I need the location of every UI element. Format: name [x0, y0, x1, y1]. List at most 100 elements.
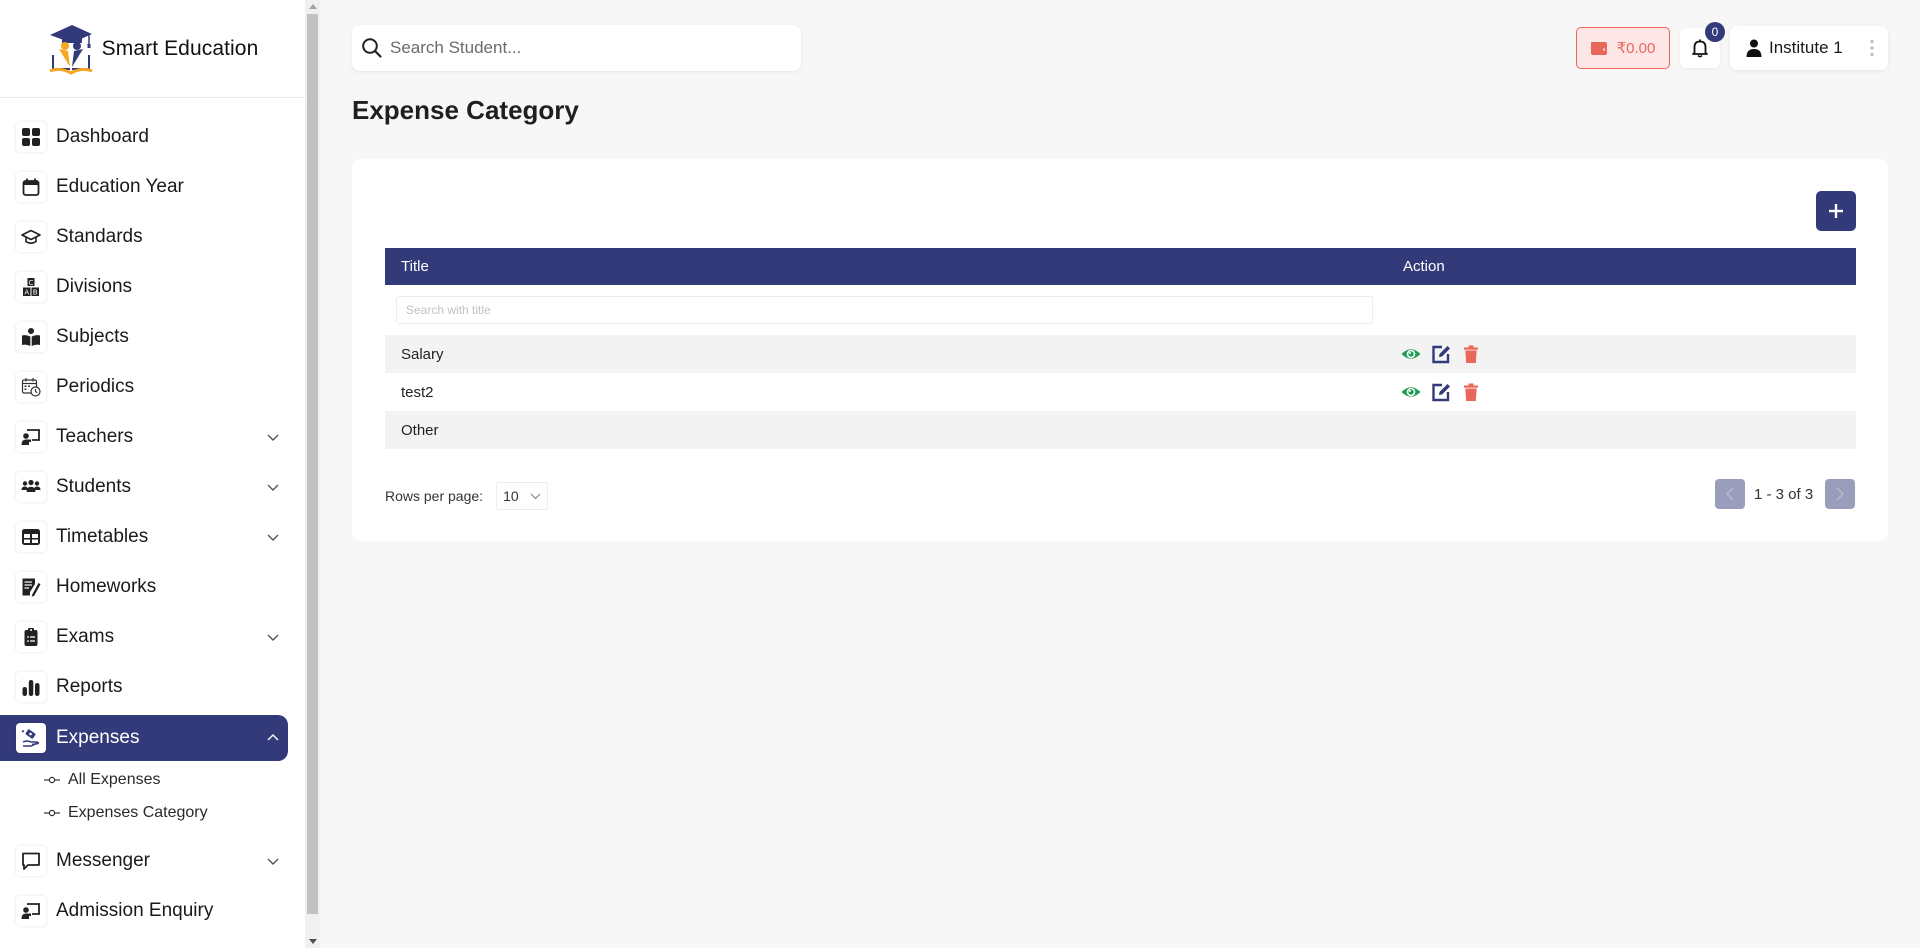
rows-per-page-select[interactable]: 10: [496, 482, 549, 510]
svg-text:B: B: [33, 289, 38, 297]
sidebar-item-education-year[interactable]: Education Year: [0, 164, 288, 210]
chevron-down-icon[interactable]: [266, 854, 280, 868]
chevron-down-icon[interactable]: [266, 430, 280, 444]
sidebar-item-label: Exams: [56, 626, 115, 647]
chevron-down-icon[interactable]: [266, 630, 280, 644]
sidebar-subitem-label: Expenses Category: [68, 804, 208, 821]
wallet-amount: ₹0.00: [1616, 40, 1656, 57]
sidebar-item-messenger[interactable]: Messenger: [0, 838, 288, 884]
users-group-icon: [16, 472, 46, 502]
sidebar-scrollbar[interactable]: [305, 0, 320, 948]
sidebar-item-students[interactable]: Students: [0, 464, 288, 510]
sidebar-item-expenses[interactable]: Expenses: [0, 715, 288, 761]
sidebar-item-exams[interactable]: Exams: [0, 614, 288, 660]
delete-button[interactable]: [1461, 344, 1481, 364]
sidebar-item-label: Periodics: [56, 376, 135, 397]
edit-button[interactable]: [1431, 344, 1451, 364]
edit-icon: [1432, 345, 1450, 364]
sidebar-subitem-label: All Expenses: [68, 771, 161, 788]
trash-icon: [1464, 383, 1478, 401]
sidebar-item-teachers[interactable]: Teachers: [0, 414, 288, 460]
rows-per-page-label: Rows per page:: [385, 488, 484, 504]
calendar-icon: [16, 172, 46, 202]
sidebar-item-timetables[interactable]: Timetables: [0, 514, 288, 560]
sidebar-item-label: Admission Enquiry: [56, 900, 214, 921]
column-header-title[interactable]: Title: [401, 248, 429, 285]
calendar-clock-icon: [16, 372, 46, 402]
sidebar-item-divisions[interactable]: CAB Divisions: [0, 264, 288, 310]
view-button[interactable]: [1401, 344, 1421, 364]
sidebar-item-label: Divisions: [56, 276, 133, 297]
hand-money-icon: [16, 723, 46, 753]
sidebar-item-subjects[interactable]: Subjects: [0, 314, 288, 360]
add-category-button[interactable]: [1816, 191, 1856, 231]
sidebar-item-label: Standards: [56, 226, 143, 247]
chevron-down-icon[interactable]: [266, 480, 280, 494]
graduation-cap-icon: [16, 222, 46, 252]
cell-title: test2: [401, 383, 434, 401]
student-search[interactable]: [352, 25, 801, 71]
chevron-right-icon: [1836, 487, 1844, 501]
expense-category-table: Title Action Salary test2: [385, 248, 1856, 449]
bell-icon: [1692, 39, 1708, 58]
sidebar-item-standards[interactable]: Standards: [0, 214, 288, 260]
filter-row: [385, 285, 1856, 335]
sidebar-subitem-expenses-category[interactable]: Expenses Category: [44, 800, 208, 826]
sidebar-item-label: Expenses: [56, 727, 140, 748]
delete-button[interactable]: [1461, 382, 1481, 402]
trash-icon: [1464, 345, 1478, 363]
brand-name: Smart Education: [101, 36, 259, 60]
sidebar-item-dashboard[interactable]: Dashboard: [0, 114, 288, 160]
sidebar-item-label: Homeworks: [56, 576, 157, 597]
eye-icon: [1401, 349, 1421, 359]
reader-icon: [16, 322, 46, 352]
pagination-range: 1 - 3 of 3: [1754, 485, 1814, 503]
cell-title: Other: [401, 421, 439, 439]
plus-icon: [1829, 204, 1843, 218]
brand[interactable]: Smart Education: [0, 0, 306, 98]
sidebar-item-homeworks[interactable]: Homeworks: [0, 564, 288, 610]
chevron-down-icon: [530, 493, 541, 500]
scrollbar-thumb[interactable]: [307, 14, 318, 914]
rows-per-page: Rows per page: 10: [385, 481, 549, 511]
svg-text:A: A: [24, 289, 29, 297]
bullet-node-icon: [44, 809, 60, 817]
sidebar: Smart Education Dashboard Education Year…: [0, 0, 306, 948]
user-menu-button[interactable]: Institute 1: [1730, 26, 1888, 70]
notebook-pen-icon: [16, 572, 46, 602]
chevron-up-icon[interactable]: [266, 731, 280, 745]
edit-button[interactable]: [1431, 382, 1451, 402]
title-filter-input[interactable]: [396, 296, 1373, 324]
chevron-down-icon[interactable]: [266, 530, 280, 544]
table-row: Salary: [385, 335, 1856, 373]
cell-title: Salary: [401, 345, 444, 363]
chat-bubble-icon: [16, 846, 46, 876]
previous-page-button[interactable]: [1715, 479, 1745, 509]
student-search-input[interactable]: [390, 33, 790, 63]
view-button[interactable]: [1401, 382, 1421, 402]
sidebar-item-periodics[interactable]: Periodics: [0, 364, 288, 410]
sidebar-item-reports[interactable]: Reports: [0, 664, 288, 710]
scroll-down-arrow-icon[interactable]: [309, 939, 317, 944]
search-icon: [362, 38, 382, 58]
sidebar-item-label: Messenger: [56, 850, 150, 871]
cell-actions: [1401, 373, 1481, 411]
teacher-board-icon: [16, 896, 46, 926]
column-header-action: Action: [1403, 258, 1445, 275]
next-page-button[interactable]: [1825, 479, 1855, 509]
sidebar-item-label: Reports: [56, 676, 123, 697]
wallet-balance-button[interactable]: ₹0.00: [1576, 27, 1670, 69]
eye-icon: [1401, 387, 1421, 397]
chevron-left-icon: [1726, 487, 1734, 501]
edit-icon: [1432, 383, 1450, 402]
page-title: Expense Category: [352, 95, 579, 125]
sidebar-item-label: Students: [56, 476, 131, 497]
scroll-up-arrow-icon[interactable]: [309, 4, 317, 9]
graduation-logo-icon: [49, 24, 93, 75]
kebab-menu-icon[interactable]: [1869, 39, 1875, 57]
table-icon: [16, 522, 46, 552]
sidebar-subitem-all-expenses[interactable]: All Expenses: [44, 767, 161, 793]
sidebar-item-label: Timetables: [56, 526, 149, 547]
sidebar-item-admission-enquiry[interactable]: Admission Enquiry: [0, 888, 288, 934]
abc-blocks-icon: CAB: [16, 272, 46, 302]
